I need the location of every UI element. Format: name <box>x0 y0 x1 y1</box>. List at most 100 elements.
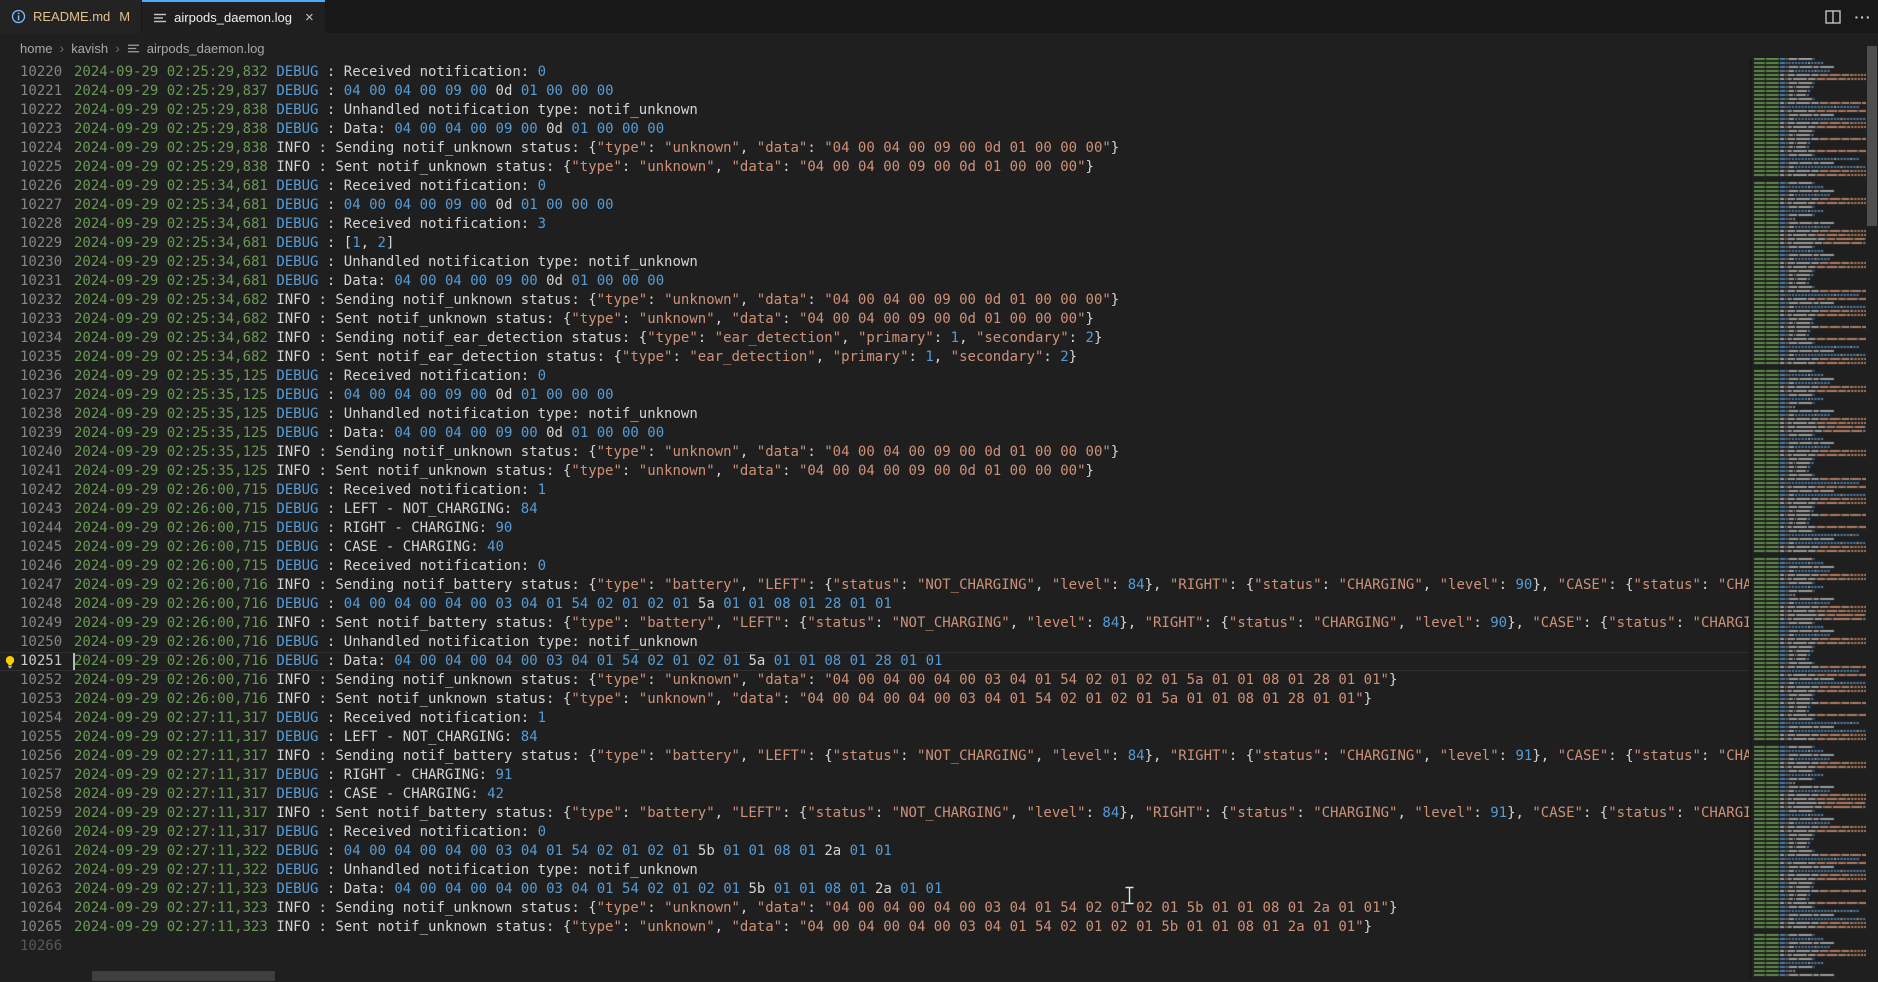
breadcrumb-home[interactable]: home <box>20 41 53 56</box>
log-line[interactable]: 10258 2024-09-29 02:27:11,317 DEBUG : CAS… <box>0 785 1752 804</box>
line-number[interactable]: 10231 <box>20 272 60 291</box>
log-line[interactable]: 102252024-09-29 02:25:29,838 INFO : Sent… <box>0 158 1752 177</box>
log-line[interactable]: 102322024-09-29 02:25:34,682 INFO : Send… <box>0 291 1752 310</box>
log-line[interactable]: 10235 2024-09-29 02:25:34,682 INFO : Sent… <box>0 348 1752 367</box>
log-line[interactable]: 102462024-09-29 02:26:00,715 DEBUG : Rec… <box>0 557 1752 576</box>
line-number[interactable]: 10229 <box>20 234 60 253</box>
line-number[interactable]: 10250 <box>20 633 60 652</box>
log-line[interactable]: 102542024-09-29 02:27:11,317 DEBUG : Rec… <box>0 709 1752 728</box>
line-number[interactable]: 10235 <box>20 348 60 367</box>
line-number[interactable]: 10223 <box>20 120 60 139</box>
log-line-text[interactable]: 2024-09-29 02:26:00,715 DEBUG : CASE - C… <box>74 538 504 557</box>
log-line-text[interactable]: 2024-09-29 02:25:34,681 DEBUG : Unhandle… <box>74 253 698 272</box>
log-line[interactable]: 10259 2024-09-29 02:27:11,317 INFO : Sent… <box>0 804 1752 823</box>
line-number[interactable]: 10249 <box>20 614 60 633</box>
line-number[interactable]: 10232 <box>20 291 60 310</box>
line-number[interactable]: 10234 <box>20 329 60 348</box>
line-number[interactable]: 10253 <box>20 690 60 709</box>
more-actions-button[interactable]: ··· <box>1848 0 1878 33</box>
log-line[interactable]: 10251 2024-09-29 02:26:00,716 DEBUG : Dat… <box>0 652 1752 671</box>
line-number[interactable]: 10255 <box>20 728 60 747</box>
log-line[interactable]: 102212024-09-29 02:25:29,837 DEBUG : 04 … <box>0 82 1752 101</box>
line-number[interactable]: 10246 <box>20 557 60 576</box>
log-line[interactable]: 102302024-09-29 02:25:34,681 DEBUG : Unh… <box>0 253 1752 272</box>
log-line[interactable]: 10228 2024-09-29 02:25:34,681 DEBUG : Rec… <box>0 215 1752 234</box>
log-line[interactable]: 10260 2024-09-29 02:27:11,317 DEBUG : Rec… <box>0 823 1752 842</box>
log-line-text[interactable]: 2024-09-29 02:25:29,838 INFO : Sending n… <box>74 139 1119 158</box>
log-line[interactable]: 10252 2024-09-29 02:26:00,716 INFO : Send… <box>0 671 1752 690</box>
log-line-text[interactable]: 2024-09-29 02:25:34,681 DEBUG : [1, 2] <box>74 234 394 253</box>
log-line[interactable]: 102392024-09-29 02:25:35,125 DEBUG : Dat… <box>0 424 1752 443</box>
log-line[interactable]: 10223 2024-09-29 02:25:29,838 DEBUG : Dat… <box>0 120 1752 139</box>
log-line-text[interactable]: 2024-09-29 02:25:35,125 DEBUG : 04 00 04… <box>74 386 614 405</box>
log-line[interactable]: 102612024-09-29 02:27:11,322 DEBUG : 04 … <box>0 842 1752 861</box>
line-number[interactable]: 10262 <box>20 861 60 880</box>
log-line[interactable]: 102472024-09-29 02:26:00,716 INFO : Send… <box>0 576 1752 595</box>
log-line[interactable]: 10236 2024-09-29 02:25:35,125 DEBUG : Rec… <box>0 367 1752 386</box>
log-line-text[interactable]: 2024-09-29 02:27:11,317 INFO : Sending n… <box>74 747 1752 766</box>
line-number[interactable]: 10221 <box>20 82 60 101</box>
log-line-text[interactable]: 2024-09-29 02:25:34,682 INFO : Sent noti… <box>74 310 1094 329</box>
log-line-text[interactable]: 2024-09-29 02:26:00,715 DEBUG : LEFT - N… <box>74 500 538 519</box>
line-number[interactable]: 10263 <box>20 880 60 899</box>
line-number[interactable]: 10227 <box>20 196 60 215</box>
log-line-text[interactable]: 2024-09-29 02:25:34,681 DEBUG : Received… <box>74 215 546 234</box>
line-number[interactable]: 10256 <box>20 747 60 766</box>
vertical-scrollbar[interactable] <box>1867 46 1877 226</box>
tab-airpods-daemon-log[interactable]: airpods_daemon.log × <box>142 0 325 33</box>
log-line[interactable]: 102432024-09-29 02:26:00,715 DEBUG : LEF… <box>0 500 1752 519</box>
log-line[interactable]: 102502024-09-29 02:26:00,716 DEBUG : Unh… <box>0 633 1752 652</box>
log-line-text[interactable]: 2024-09-29 02:26:00,716 INFO : Sending n… <box>74 671 1397 690</box>
log-editor[interactable]: 102202024-09-29 02:25:29,832 DEBUG : Rec… <box>0 63 1752 982</box>
log-line-text[interactable]: 2024-09-29 02:27:11,323 INFO : Sending n… <box>74 899 1397 918</box>
log-line-text[interactable]: 2024-09-29 02:25:34,682 INFO : Sending n… <box>74 329 1102 348</box>
log-line-text[interactable]: 2024-09-29 02:25:35,125 DEBUG : Received… <box>74 367 546 386</box>
log-line[interactable]: 102312024-09-29 02:25:34,681 DEBUG : Dat… <box>0 272 1752 291</box>
line-number[interactable]: 10237 <box>20 386 60 405</box>
line-number[interactable]: 10254 <box>20 709 60 728</box>
log-line[interactable]: 102242024-09-29 02:25:29,838 INFO : Send… <box>0 139 1752 158</box>
line-number[interactable]: 10244 <box>20 519 60 538</box>
log-line[interactable]: 102402024-09-29 02:25:35,125 INFO : Send… <box>0 443 1752 462</box>
log-line-text[interactable]: 2024-09-29 02:26:00,716 DEBUG : 04 00 04… <box>74 595 892 614</box>
log-line[interactable]: 102642024-09-29 02:27:11,323 INFO : Send… <box>0 899 1752 918</box>
minimap[interactable] <box>1749 58 1866 978</box>
line-number[interactable]: 10248 <box>20 595 60 614</box>
log-line[interactable]: 102202024-09-29 02:25:29,832 DEBUG : Rec… <box>0 63 1752 82</box>
log-line-text[interactable]: 2024-09-29 02:25:29,838 INFO : Sent noti… <box>74 158 1094 177</box>
log-line[interactable]: 10226 2024-09-29 02:25:34,681 DEBUG : Rec… <box>0 177 1752 196</box>
line-number[interactable]: 10247 <box>20 576 60 595</box>
log-line-text[interactable]: 2024-09-29 02:27:11,317 INFO : Sent noti… <box>74 804 1752 823</box>
log-line[interactable]: 102442024-09-29 02:26:00,715 DEBUG : RIG… <box>0 519 1752 538</box>
line-number[interactable]: 10228 <box>20 215 60 234</box>
log-line-text[interactable]: 2024-09-29 02:27:11,317 DEBUG : Received… <box>74 823 546 842</box>
log-line[interactable]: 102412024-09-29 02:25:35,125 INFO : Sent… <box>0 462 1752 481</box>
log-line-text[interactable]: 2024-09-29 02:26:00,716 DEBUG : Data: 04… <box>74 652 942 671</box>
log-line-text[interactable]: 2024-09-29 02:25:29,838 DEBUG : Data: 04… <box>74 120 664 139</box>
line-number[interactable]: 10226 <box>20 177 60 196</box>
breadcrumb-kavish[interactable]: kavish <box>71 41 108 56</box>
line-number[interactable]: 10236 <box>20 367 60 386</box>
line-number[interactable]: 10258 <box>20 785 60 804</box>
log-line-text[interactable]: 2024-09-29 02:25:35,125 INFO : Sending n… <box>74 443 1119 462</box>
tab-readme[interactable]: README.md M <box>0 0 142 33</box>
log-line-text[interactable]: 2024-09-29 02:25:34,681 DEBUG : 04 00 04… <box>74 196 614 215</box>
log-line[interactable]: 102222024-09-29 02:25:29,838 DEBUG : Unh… <box>0 101 1752 120</box>
line-number[interactable]: 10238 <box>20 405 60 424</box>
log-line-text[interactable]: 2024-09-29 02:26:00,716 INFO : Sent noti… <box>74 690 1372 709</box>
split-editor-button[interactable] <box>1818 0 1848 33</box>
log-line-text[interactable]: 2024-09-29 02:25:34,681 DEBUG : Received… <box>74 177 546 196</box>
line-number[interactable]: 10260 <box>20 823 60 842</box>
log-line-text[interactable]: 2024-09-29 02:25:34,682 INFO : Sent noti… <box>74 348 1077 367</box>
log-line[interactable]: 102622024-09-29 02:27:11,322 DEBUG : Unh… <box>0 861 1752 880</box>
log-line[interactable]: 10227 2024-09-29 02:25:34,681 DEBUG : 04 … <box>0 196 1752 215</box>
line-number[interactable]: 10251 <box>20 652 60 671</box>
line-number[interactable]: 10252 <box>20 671 60 690</box>
log-line-text[interactable]: 2024-09-29 02:27:11,317 DEBUG : CASE - C… <box>74 785 504 804</box>
horizontal-scrollbar[interactable] <box>92 971 275 981</box>
log-line[interactable]: 10248 2024-09-29 02:26:00,716 DEBUG : 04 … <box>0 595 1752 614</box>
log-line[interactable]: 10253 2024-09-29 02:26:00,716 INFO : Sent… <box>0 690 1752 709</box>
line-number[interactable]: 10259 <box>20 804 60 823</box>
line-number[interactable]: 10242 <box>20 481 60 500</box>
line-number[interactable]: 10222 <box>20 101 60 120</box>
